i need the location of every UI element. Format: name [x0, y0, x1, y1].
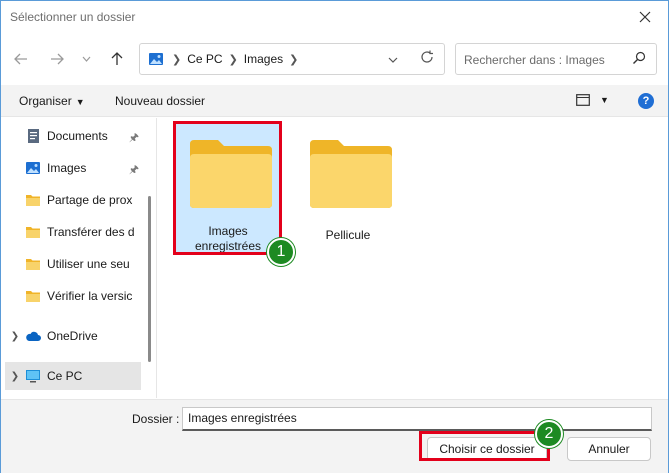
- chevron-down-icon: [388, 57, 398, 63]
- chevron-down-icon: [82, 56, 90, 62]
- chevron-right-icon[interactable]: ❯: [5, 371, 25, 382]
- sidebar-item-folder[interactable]: Transférer des d: [5, 218, 141, 246]
- search-input[interactable]: Rechercher dans : Images: [455, 43, 657, 75]
- highlight-box-choose-button: [419, 431, 550, 461]
- sidebar-item-label: Transférer des d: [47, 225, 135, 239]
- folder-icon: [26, 195, 40, 206]
- view-options-button[interactable]: ▼: [576, 94, 609, 106]
- pin-icon: 🖈: [128, 164, 139, 176]
- step-badge-1: 1: [267, 238, 295, 266]
- images-icon: [26, 162, 40, 174]
- folder-icon: [26, 227, 40, 238]
- back-button[interactable]: [9, 47, 33, 71]
- pin-icon: 🖈: [128, 132, 139, 144]
- view-pane-icon: [576, 94, 590, 106]
- title-bar: Sélectionner un dossier: [1, 1, 668, 33]
- caret-down-icon: ▼: [600, 95, 609, 105]
- sidebar-item-label: Ce PC: [47, 369, 83, 383]
- onedrive-icon: [26, 331, 41, 341]
- breadcrumb-ce-pc[interactable]: Ce PC: [187, 52, 222, 66]
- breadcrumb-images[interactable]: Images: [244, 52, 283, 66]
- sidebar-item-label: Utiliser une seu: [47, 257, 130, 271]
- organize-menu[interactable]: Organiser ▼: [19, 94, 85, 108]
- computer-icon: [26, 370, 40, 383]
- breadcrumb-separator: ❯: [172, 53, 182, 66]
- images-icon: [149, 53, 163, 65]
- forward-button[interactable]: [45, 47, 69, 71]
- sidebar-item-label: OneDrive: [47, 329, 98, 343]
- sidebar-item-label: Documents: [47, 129, 108, 143]
- recent-locations-button[interactable]: [77, 47, 95, 71]
- navigation-pane[interactable]: Documents 🖈 Images 🖈 Partage de prox Tra…: [1, 118, 157, 398]
- refresh-button[interactable]: [420, 50, 434, 67]
- folder-icon: [26, 259, 40, 270]
- refresh-icon: [421, 50, 433, 63]
- sidebar-scrollbar[interactable]: [148, 196, 151, 362]
- help-button[interactable]: ?: [638, 93, 654, 109]
- step-badge-2: 2: [535, 420, 563, 448]
- sidebar-item-documents[interactable]: Documents 🖈: [5, 122, 141, 150]
- folder-picker-dialog: Sélectionner un dossier ❯ Ce PC ❯ Images…: [0, 0, 669, 473]
- sidebar-item-label: Partage de prox: [47, 193, 133, 207]
- organize-label: Organiser: [19, 94, 72, 108]
- search-placeholder: Rechercher dans : Images: [464, 53, 605, 67]
- navigation-bar: ❯ Ce PC ❯ Images ❯ Rechercher dans : Ima…: [1, 41, 668, 77]
- new-folder-button[interactable]: Nouveau dossier: [115, 94, 205, 108]
- address-bar[interactable]: ❯ Ce PC ❯ Images ❯: [139, 43, 445, 75]
- sidebar-item-ce-pc[interactable]: ❯ Ce PC: [5, 362, 141, 390]
- folder-icon: [26, 291, 40, 302]
- close-button[interactable]: [630, 5, 660, 29]
- sidebar-item-label: Vérifier la versic: [47, 289, 133, 303]
- up-button[interactable]: [105, 47, 129, 71]
- sidebar-item-folder[interactable]: Vérifier la versic: [5, 282, 141, 310]
- folder-icon: [310, 140, 392, 208]
- breadcrumb-separator: ❯: [228, 53, 238, 66]
- highlight-box-folder: [173, 121, 282, 255]
- folder-field-label: Dossier :: [132, 412, 180, 426]
- sidebar-item-onedrive[interactable]: ❯ OneDrive: [5, 322, 141, 350]
- window-title: Sélectionner un dossier: [10, 10, 136, 24]
- dialog-footer: Dossier : Images enregistrées Choisir ce…: [1, 399, 668, 473]
- sidebar-item-folder[interactable]: Utiliser une seu: [5, 250, 141, 278]
- breadcrumb-separator: ❯: [289, 53, 299, 66]
- cancel-button[interactable]: Annuler: [567, 437, 651, 461]
- caret-down-icon: ▼: [75, 97, 85, 107]
- arrow-right-icon: [51, 53, 64, 65]
- close-icon: [639, 11, 651, 23]
- documents-icon: [28, 129, 39, 143]
- folder-label: Pellicule: [325, 228, 371, 242]
- sidebar-item-folder[interactable]: Partage de prox: [5, 186, 141, 214]
- folder-name-field[interactable]: Images enregistrées: [182, 407, 652, 431]
- sidebar-item-label: Images: [47, 161, 87, 175]
- folder-item-pellicule[interactable]: Pellicule: [296, 124, 400, 254]
- chevron-right-icon[interactable]: ❯: [5, 331, 25, 342]
- arrow-up-icon: [111, 52, 123, 65]
- sidebar-item-images[interactable]: Images 🖈: [5, 154, 141, 182]
- arrow-left-icon: [14, 53, 27, 65]
- command-bar: Organiser ▼ Nouveau dossier ▼ ?: [1, 85, 668, 117]
- address-history-button[interactable]: [388, 52, 398, 66]
- search-icon: [632, 51, 646, 68]
